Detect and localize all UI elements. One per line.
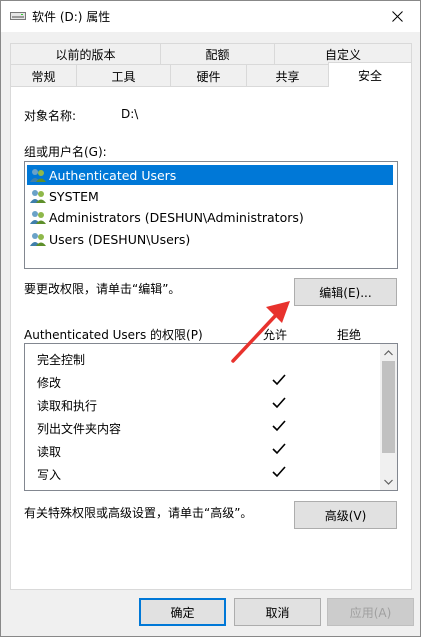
tab-security[interactable]: 安全 xyxy=(328,62,412,87)
permission-row-write: 写入 xyxy=(25,462,381,485)
allow-check-icon xyxy=(272,374,286,386)
object-name-value: D:\ xyxy=(121,107,139,121)
permission-row-list-folder: 列出文件夹内容 xyxy=(25,416,381,439)
tab-label: 共享 xyxy=(275,69,300,84)
button-label: 编辑(E)... xyxy=(319,285,372,300)
advanced-hint: 有关特殊权限或高级设置，请单击“高级”。 xyxy=(24,506,253,520)
button-label: 应用(A) xyxy=(349,605,392,620)
permission-name: 完全控制 xyxy=(37,353,86,367)
tab-label: 安全 xyxy=(357,68,382,83)
scroll-thumb[interactable] xyxy=(382,361,395,453)
deny-column-header: 拒绝 xyxy=(337,328,362,342)
window-title: 软件 (D:) 属性 xyxy=(32,10,111,24)
button-label: 高级(V) xyxy=(324,508,367,523)
tab-customize[interactable]: 自定义 xyxy=(274,43,412,64)
allow-column-header: 允许 xyxy=(263,328,288,342)
permission-row-full-control: 完全控制 xyxy=(25,347,381,370)
users-listbox[interactable]: Authenticated Users SYSTEM Administrator… xyxy=(24,161,398,269)
title-bar[interactable]: 软件 (D:) 属性 xyxy=(1,1,420,32)
permission-name: 读取 xyxy=(37,445,62,459)
allow-check-icon xyxy=(272,443,286,455)
permissions-scrollbar[interactable] xyxy=(380,344,397,490)
tab-label: 常规 xyxy=(31,69,56,84)
list-item-administrators[interactable]: Administrators (DESHUN\Administrators) xyxy=(27,207,393,227)
user-group-icon xyxy=(30,233,46,246)
user-name: SYSTEM xyxy=(49,188,99,204)
permission-name: 修改 xyxy=(37,376,62,390)
tab-quota[interactable]: 配额 xyxy=(160,43,275,64)
permission-row-read: 读取 xyxy=(25,439,381,462)
permission-name: 写入 xyxy=(37,468,62,482)
user-group-icon xyxy=(30,169,46,182)
tab-sharing[interactable]: 共享 xyxy=(246,64,329,87)
object-name-label: 对象名称: xyxy=(24,109,77,123)
ok-button[interactable]: 确定 xyxy=(139,598,226,626)
change-permission-hint: 要更改权限，请单击“编辑”。 xyxy=(24,282,181,296)
permission-row-modify: 修改 xyxy=(25,370,381,393)
chevron-up-icon xyxy=(384,349,393,355)
tab-general[interactable]: 常规 xyxy=(10,64,77,87)
tab-label: 硬件 xyxy=(196,69,221,84)
user-name: Users (DESHUN\Users) xyxy=(49,231,191,247)
allow-check-icon xyxy=(272,466,286,478)
security-panel: 对象名称: D:\ 组或用户名(G): Authenticated Users … xyxy=(10,86,412,590)
edit-button[interactable]: 编辑(E)... xyxy=(294,278,397,306)
permission-name: 列出文件夹内容 xyxy=(37,422,122,436)
apply-button: 应用(A) xyxy=(327,598,414,626)
allow-check-icon xyxy=(272,420,286,432)
permission-name: 读取和执行 xyxy=(37,399,98,413)
allow-check-icon xyxy=(272,397,286,409)
user-group-icon xyxy=(30,190,46,203)
advanced-button[interactable]: 高级(V) xyxy=(294,501,397,529)
tab-previous-versions[interactable]: 以前的版本 xyxy=(10,43,161,64)
list-item-authenticated-users[interactable]: Authenticated Users xyxy=(27,165,393,185)
tab-label: 工具 xyxy=(111,69,136,84)
group-users-label: 组或用户名(G): xyxy=(24,145,107,159)
tab-label: 自定义 xyxy=(324,47,361,62)
cancel-button[interactable]: 取消 xyxy=(234,598,321,626)
permissions-title: Authenticated Users 的权限(P) xyxy=(24,328,203,342)
scroll-up-arrow[interactable] xyxy=(380,344,397,361)
scroll-down-arrow[interactable] xyxy=(380,473,397,490)
tab-tools[interactable]: 工具 xyxy=(76,64,171,87)
close-button[interactable] xyxy=(374,1,420,32)
tab-label: 配额 xyxy=(205,47,230,62)
drive-icon xyxy=(10,12,26,20)
list-item-system[interactable]: SYSTEM xyxy=(27,186,393,206)
user-name: Administrators (DESHUN\Administrators) xyxy=(49,209,304,225)
chevron-down-icon xyxy=(384,479,393,485)
permissions-list[interactable]: 完全控制 修改 读取和执行 列出文件夹内容 读取 写入 xyxy=(24,343,398,491)
user-name: Authenticated Users xyxy=(49,167,177,183)
button-label: 取消 xyxy=(265,605,290,620)
permission-row-read-execute: 读取和执行 xyxy=(25,393,381,416)
list-item-users[interactable]: Users (DESHUN\Users) xyxy=(27,229,393,249)
button-label: 确定 xyxy=(170,605,195,620)
close-icon xyxy=(391,11,403,22)
tab-label: 以前的版本 xyxy=(55,47,116,62)
properties-window: 软件 (D:) 属性 以前的版本 配额 自定义 常规 工具 硬件 共享 安全 对… xyxy=(0,0,421,637)
user-group-icon xyxy=(30,211,46,224)
tab-hardware[interactable]: 硬件 xyxy=(170,64,247,87)
